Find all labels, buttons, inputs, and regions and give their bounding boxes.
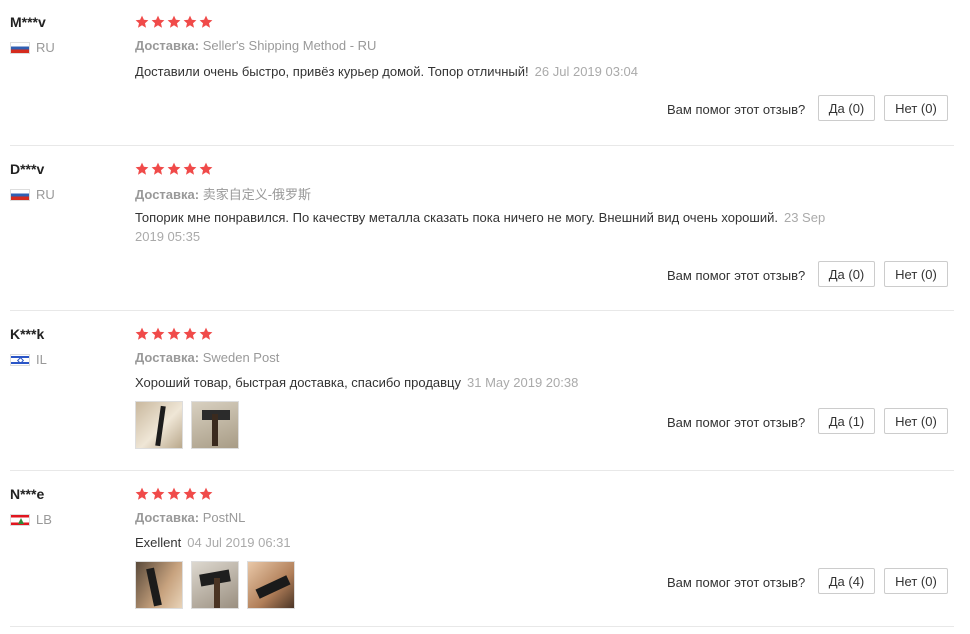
shipping-method: Доставка: Seller's Shipping Method - RU xyxy=(135,38,376,53)
review-photos xyxy=(135,401,239,449)
helpful-yes-button[interactable]: Да (1) xyxy=(818,408,875,434)
russia-flag-icon xyxy=(10,188,30,201)
review-body: Exellent xyxy=(135,535,182,550)
star-icon xyxy=(151,162,165,175)
reviewer-name: K***k xyxy=(10,326,45,342)
star-icon xyxy=(151,15,165,28)
lebanon-flag-icon xyxy=(10,513,30,526)
review-photo-thumbnail[interactable] xyxy=(191,401,239,449)
reviewer-name: D***v xyxy=(10,161,45,177)
helpful-yes-button[interactable]: Да (0) xyxy=(818,95,875,121)
reviewer-name: N***e xyxy=(10,486,45,502)
shipping-method: Доставка: PostNL xyxy=(135,510,245,525)
rating-stars xyxy=(135,15,213,29)
review-body: Доставили очень быстро, привёз курьер до… xyxy=(135,64,529,79)
rating-stars xyxy=(135,487,213,501)
country-code: IL xyxy=(36,352,47,367)
helpful-question: Вам помог этот отзыв? xyxy=(667,268,806,283)
star-icon xyxy=(167,162,181,175)
shipping-label: Доставка: xyxy=(135,38,200,53)
helpful-question: Вам помог этот отзыв? xyxy=(667,415,806,430)
review-text: Exellent 04 Jul 2019 06:31 xyxy=(135,533,855,552)
review-photo-thumbnail[interactable] xyxy=(135,561,183,609)
star-icon xyxy=(167,15,181,28)
review-item: K***k IL Доставка: Sweden Post Хороший т… xyxy=(0,311,970,471)
review-item: D***v RU Доставка: 卖家自定义-俄罗斯 Топорик мне… xyxy=(0,146,970,311)
star-icon xyxy=(183,327,197,340)
reviewer-name: M***v xyxy=(10,14,46,30)
star-icon xyxy=(135,15,149,28)
star-icon xyxy=(135,162,149,175)
star-icon xyxy=(167,327,181,340)
star-icon xyxy=(167,487,181,500)
star-icon xyxy=(199,487,213,500)
helpful-no-button[interactable]: Нет (0) xyxy=(884,408,948,434)
shipping-label: Доставка: xyxy=(135,187,200,202)
review-photo-thumbnail[interactable] xyxy=(191,561,239,609)
shipping-method: Доставка: Sweden Post xyxy=(135,350,279,365)
reviewer-country: LB xyxy=(10,512,52,527)
review-body: Хороший товар, быстрая доставка, спасибо… xyxy=(135,375,462,390)
helpful-no-button[interactable]: Нет (0) xyxy=(884,261,948,287)
country-code: LB xyxy=(36,512,52,527)
shipping-label: Доставка: xyxy=(135,510,200,525)
russia-flag-icon xyxy=(10,41,30,54)
reviewer-country: RU xyxy=(10,187,55,202)
star-icon xyxy=(183,162,197,175)
shipping-value: 卖家自定义-俄罗斯 xyxy=(202,187,312,202)
star-icon xyxy=(151,327,165,340)
review-item: M***v RU Доставка: Seller's Shipping Met… xyxy=(0,0,970,146)
review-divider xyxy=(10,626,954,627)
review-body: Топорик мне понравился. По качеству мета… xyxy=(135,210,778,225)
helpful-yes-button[interactable]: Да (0) xyxy=(818,261,875,287)
helpful-no-button[interactable]: Нет (0) xyxy=(884,568,948,594)
reviewer-country: IL xyxy=(10,352,47,367)
review-photo-thumbnail[interactable] xyxy=(135,401,183,449)
review-text: Топорик мне понравился. По качеству мета… xyxy=(135,208,855,246)
helpful-no-button[interactable]: Нет (0) xyxy=(884,95,948,121)
israel-flag-icon xyxy=(10,353,30,366)
star-icon xyxy=(183,15,197,28)
star-icon xyxy=(135,327,149,340)
country-code: RU xyxy=(36,40,55,55)
star-icon xyxy=(199,162,213,175)
rating-stars xyxy=(135,162,213,176)
review-text: Хороший товар, быстрая доставка, спасибо… xyxy=(135,373,855,392)
star-icon xyxy=(183,487,197,500)
star-icon xyxy=(199,15,213,28)
country-code: RU xyxy=(36,187,55,202)
review-date: 31 May 2019 20:38 xyxy=(467,375,579,390)
shipping-value: Seller's Shipping Method - RU xyxy=(202,38,377,53)
review-item: N***e LB Доставка: PostNL Exellent 04 Jul… xyxy=(0,471,970,634)
shipping-value: Sweden Post xyxy=(202,350,280,365)
review-date: 04 Jul 2019 06:31 xyxy=(187,535,291,550)
star-icon xyxy=(151,487,165,500)
rating-stars xyxy=(135,327,213,341)
review-photos xyxy=(135,561,295,609)
helpful-question: Вам помог этот отзыв? xyxy=(667,102,806,117)
review-date: 26 Jul 2019 03:04 xyxy=(534,64,639,79)
shipping-value: PostNL xyxy=(202,510,246,525)
star-icon xyxy=(199,327,213,340)
review-text: Доставили очень быстро, привёз курьер до… xyxy=(135,62,855,81)
helpful-question: Вам помог этот отзыв? xyxy=(667,575,806,590)
reviewer-country: RU xyxy=(10,40,55,55)
star-icon xyxy=(135,487,149,500)
shipping-method: Доставка: 卖家自定义-俄罗斯 xyxy=(135,184,311,203)
review-photo-thumbnail[interactable] xyxy=(247,561,295,609)
shipping-label: Доставка: xyxy=(135,350,200,365)
helpful-yes-button[interactable]: Да (4) xyxy=(818,568,875,594)
